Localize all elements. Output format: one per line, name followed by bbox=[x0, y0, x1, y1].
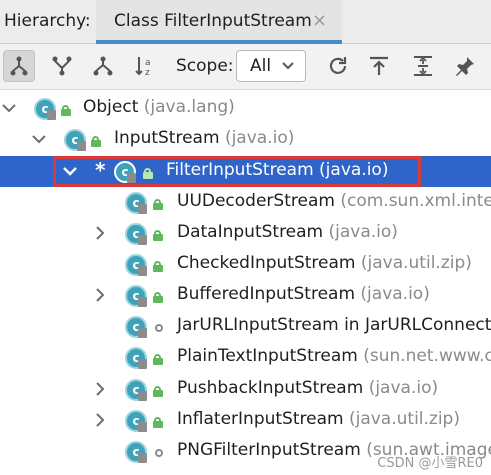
lock-icon bbox=[138, 391, 147, 401]
public-icon bbox=[153, 199, 163, 210]
scope-value: All bbox=[250, 56, 272, 76]
chevron-right-icon[interactable] bbox=[91, 411, 109, 429]
export-icon bbox=[370, 56, 388, 75]
public-icon bbox=[153, 354, 163, 365]
lock-icon bbox=[138, 204, 147, 214]
tree-item-label: BufferedInputStream (java.io) bbox=[177, 284, 430, 304]
hierarchy-label: Hierarchy: bbox=[4, 11, 91, 31]
lock-icon bbox=[77, 141, 86, 151]
hierarchy-tree: c Object (java.lang) c InputStream (java… bbox=[0, 90, 491, 475]
chevron-down-icon[interactable] bbox=[61, 162, 79, 180]
hierarchy-toolbar: a z Scope: All bbox=[0, 44, 491, 90]
tree-row-plaintextinputstream[interactable]: c PlainTextInputStream (sun.net.www.cor bbox=[0, 342, 491, 373]
tab-class-filterinputstream[interactable]: Class FilterInputStream × bbox=[96, 0, 342, 44]
type-hierarchy-icon bbox=[10, 56, 28, 76]
scope-select[interactable]: All bbox=[236, 50, 306, 82]
tree-item-label: PlainTextInputStream (sun.net.www.cor bbox=[177, 346, 491, 366]
tree-item-label: InputStream (java.io) bbox=[114, 128, 295, 148]
public-icon bbox=[91, 136, 101, 147]
chevron-right-icon[interactable] bbox=[91, 380, 109, 398]
pin-button[interactable] bbox=[449, 50, 481, 82]
scope-label: Scope: bbox=[176, 56, 234, 76]
lock-icon bbox=[138, 453, 147, 463]
chevron-right-icon[interactable] bbox=[91, 286, 109, 304]
sort-alphabetically-button[interactable]: a z bbox=[130, 50, 162, 82]
package-private-icon bbox=[155, 324, 163, 332]
type-hierarchy-button[interactable] bbox=[3, 50, 35, 82]
chevron-down-icon[interactable] bbox=[0, 99, 18, 117]
chevron-right-icon[interactable] bbox=[91, 224, 109, 242]
close-icon[interactable]: × bbox=[312, 10, 327, 31]
chevron-down-icon[interactable] bbox=[30, 130, 48, 148]
public-icon bbox=[143, 168, 153, 179]
public-icon bbox=[153, 417, 163, 428]
tree-row-object[interactable]: c Object (java.lang) bbox=[0, 93, 491, 124]
public-icon bbox=[153, 386, 163, 397]
supertypes-icon bbox=[52, 56, 72, 76]
package-private-icon bbox=[155, 449, 163, 457]
sort-alphabetically-icon: a z bbox=[135, 57, 151, 78]
subtypes-button[interactable] bbox=[87, 50, 119, 82]
tree-item-label: PushbackInputStream (java.io) bbox=[177, 378, 439, 398]
tree-row-inflaterinputstream[interactable]: c InflaterInputStream (java.util.zip) bbox=[0, 405, 491, 436]
lock-icon bbox=[138, 422, 147, 432]
tab-title: Class FilterInputStream bbox=[114, 11, 312, 31]
chevron-down-icon bbox=[282, 62, 294, 70]
lock-icon bbox=[138, 297, 147, 307]
tree-row-bufferedinputstream[interactable]: c BufferedInputStream (java.io) bbox=[0, 280, 491, 311]
tree-item-label: Object (java.lang) bbox=[83, 97, 235, 117]
tree-item-label: CheckedInputStream (java.util.zip) bbox=[177, 253, 472, 273]
refresh-icon bbox=[329, 57, 347, 74]
expand-all-icon bbox=[414, 56, 432, 76]
lock-icon bbox=[127, 173, 136, 183]
public-icon bbox=[61, 105, 71, 116]
pin-icon bbox=[456, 57, 474, 76]
tree-item-label: DataInputStream (java.io) bbox=[177, 222, 398, 242]
tree-item-label: UUDecoderStream (com.sun.xml.interr bbox=[177, 191, 491, 211]
svg-text:z: z bbox=[145, 68, 150, 78]
tree-item-label: InflaterInputStream (java.util.zip) bbox=[177, 409, 460, 429]
lock-icon bbox=[47, 110, 56, 120]
tree-row-pushbackinputstream[interactable]: c PushbackInputStream (java.io) bbox=[0, 374, 491, 405]
tree-row-checkedinputstream[interactable]: c CheckedInputStream (java.util.zip) bbox=[0, 249, 491, 280]
tree-item-label: FilterInputStream (java.io) bbox=[166, 160, 389, 180]
lock-icon bbox=[138, 235, 147, 245]
tree-row-uudecoderstream[interactable]: c UUDecoderStream (com.sun.xml.interr bbox=[0, 187, 491, 218]
expand-all-button[interactable] bbox=[407, 50, 439, 82]
public-icon bbox=[153, 261, 163, 272]
public-icon bbox=[153, 292, 163, 303]
tree-row-jarurlinputstream[interactable]: c JarURLInputStream in JarURLConnectio bbox=[0, 311, 491, 342]
supertypes-button[interactable] bbox=[46, 50, 78, 82]
public-icon bbox=[153, 230, 163, 241]
tree-item-label: JarURLInputStream in JarURLConnectio bbox=[177, 315, 491, 335]
export-button[interactable] bbox=[363, 50, 395, 82]
svg-text:a: a bbox=[145, 58, 151, 68]
subtypes-icon bbox=[93, 56, 113, 76]
lock-icon bbox=[138, 359, 147, 369]
tree-row-inputstream[interactable]: c InputStream (java.io) bbox=[0, 124, 491, 155]
tree-row-datainputstream[interactable]: c DataInputStream (java.io) bbox=[0, 218, 491, 249]
lock-icon bbox=[138, 266, 147, 276]
tree-row-filterinputstream[interactable]: * c FilterInputStream (java.io) bbox=[0, 156, 491, 187]
hierarchy-tab-bar: Hierarchy: Class FilterInputStream × bbox=[0, 0, 491, 44]
focus-marker: * bbox=[95, 158, 106, 182]
watermark: CSDN @小雪RE0 bbox=[377, 456, 483, 471]
lock-icon bbox=[138, 328, 147, 338]
refresh-button[interactable] bbox=[322, 50, 354, 82]
